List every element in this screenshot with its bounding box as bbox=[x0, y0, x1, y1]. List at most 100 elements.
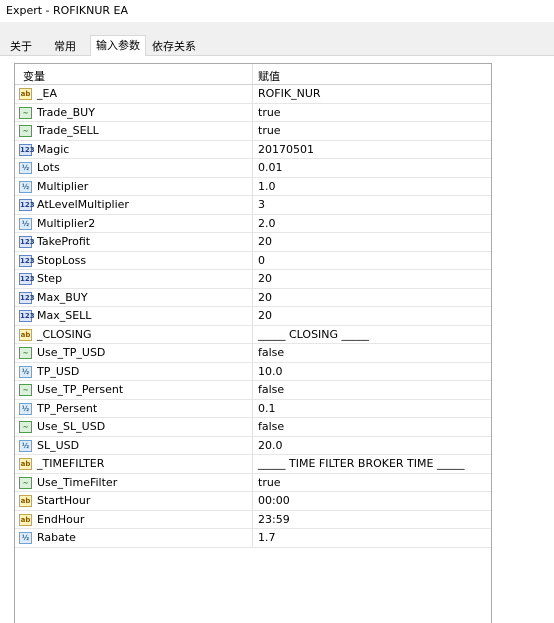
param-value[interactable]: 0 bbox=[258, 252, 265, 270]
table-row[interactable]: ½ Multiplier 1.0 bbox=[15, 177, 491, 196]
param-value[interactable]: _____ CLOSING _____ bbox=[258, 326, 369, 344]
param-value[interactable]: false bbox=[258, 381, 284, 399]
param-value[interactable]: 0.01 bbox=[258, 159, 283, 177]
param-value[interactable]: 1.7 bbox=[258, 529, 276, 547]
table-row[interactable]: ½ Rabate 1.7 bbox=[15, 529, 491, 548]
header-value[interactable]: 赋值 bbox=[258, 68, 280, 84]
table-row[interactable]: ab _TIMEFILTER _____ TIME FILTER BROKER TI… bbox=[15, 455, 491, 474]
param-value[interactable]: true bbox=[258, 104, 281, 122]
table-row[interactable]: ab StartHour 00:00 bbox=[15, 492, 491, 511]
table-row[interactable]: ~ Use_TP_USD false bbox=[15, 344, 491, 363]
param-name: Use_SL_USD bbox=[37, 420, 106, 433]
int-type-icon: 123 bbox=[19, 236, 35, 248]
table-row[interactable]: 123 Magic 20170501 bbox=[15, 140, 491, 159]
param-value[interactable]: 0.1 bbox=[258, 400, 276, 418]
table-row[interactable]: ab _CLOSING _____ CLOSING _____ bbox=[15, 325, 491, 344]
table-row[interactable]: ~ Use_TimeFilter true bbox=[15, 473, 491, 492]
column-separator bbox=[252, 233, 253, 251]
double-type-icon: ½ bbox=[19, 162, 32, 174]
param-value[interactable]: true bbox=[258, 122, 281, 140]
param-value[interactable]: 20.0 bbox=[258, 437, 283, 455]
table-row[interactable]: ~ Use_SL_USD false bbox=[15, 418, 491, 437]
column-separator bbox=[252, 251, 253, 270]
param-value[interactable]: ROFIK_NUR bbox=[258, 85, 321, 103]
param-name: TP_Persent bbox=[37, 401, 98, 415]
string-type-icon: ab bbox=[19, 513, 32, 526]
param-name: TP_USD bbox=[37, 364, 80, 378]
bool-type-icon: ~ bbox=[19, 125, 32, 137]
table-row[interactable]: ~ Use_TP_Persent false bbox=[15, 381, 491, 400]
table-row[interactable]: ab _EA ROFIK_NUR bbox=[15, 85, 491, 104]
param-name: Multiplier2 bbox=[37, 216, 96, 230]
double-type-icon: ½ bbox=[19, 180, 32, 193]
int-type-icon: 123 bbox=[19, 310, 35, 322]
param-value[interactable]: 20 bbox=[258, 233, 272, 251]
param-name: Max_BUY bbox=[37, 290, 88, 304]
title-bar: Expert - ROFIKNUR EA bbox=[0, 0, 554, 22]
bool-type-icon: ~ bbox=[19, 347, 32, 359]
window-title: Expert - ROFIKNUR EA bbox=[6, 4, 128, 17]
table-row[interactable]: 123 Step 20 bbox=[15, 270, 491, 289]
tab-common[interactable]: 常用 bbox=[50, 38, 80, 55]
table-row[interactable]: ~ Trade_SELL true bbox=[15, 122, 491, 141]
bool-type-icon: ~ bbox=[19, 384, 32, 396]
double-type-icon: ½ bbox=[19, 402, 32, 415]
column-separator bbox=[252, 122, 253, 140]
table-row[interactable]: ½ TP_Persent 0.1 bbox=[15, 399, 491, 418]
table-row[interactable]: 123 TakeProfit 20 bbox=[15, 233, 491, 252]
header-variable[interactable]: 变量 bbox=[23, 68, 45, 84]
tab-dependencies[interactable]: 依存关系 bbox=[148, 38, 200, 55]
table-row[interactable]: ½ Multiplier2 2.0 bbox=[15, 214, 491, 233]
param-value[interactable]: 3 bbox=[258, 196, 265, 214]
table-row[interactable]: ~ Trade_BUY true bbox=[15, 103, 491, 122]
param-name: Lots bbox=[37, 161, 60, 174]
grid-rows: ab _EA ROFIK_NUR ~ Trade_BUY true ~ Trade_SELL t… bbox=[15, 85, 491, 548]
param-value[interactable]: 20 bbox=[258, 307, 272, 325]
param-name: _CLOSING bbox=[37, 327, 92, 341]
column-separator bbox=[252, 418, 253, 436]
param-value[interactable]: 20 bbox=[258, 289, 272, 307]
param-name: Multiplier bbox=[37, 179, 89, 193]
table-row[interactable]: 123 AtLevelMultiplier 3 bbox=[15, 196, 491, 215]
param-name: TakeProfit bbox=[37, 235, 91, 248]
table-row[interactable]: 123 Max_SELL 20 bbox=[15, 307, 491, 326]
param-value[interactable]: false bbox=[258, 418, 284, 436]
param-value[interactable]: true bbox=[258, 474, 281, 492]
param-value[interactable]: 00:00 bbox=[258, 492, 290, 510]
column-separator bbox=[252, 214, 253, 233]
table-row[interactable]: 123 Max_BUY 20 bbox=[15, 288, 491, 307]
param-value[interactable]: 20 bbox=[258, 270, 272, 288]
param-value[interactable]: 23:59 bbox=[258, 511, 290, 529]
double-type-icon: ½ bbox=[19, 217, 32, 230]
string-type-icon: ab bbox=[19, 328, 32, 341]
double-type-icon: ½ bbox=[19, 365, 32, 378]
param-value[interactable]: _____ TIME FILTER BROKER TIME _____ bbox=[258, 455, 464, 473]
table-row[interactable]: ½ Lots 0.01 bbox=[15, 159, 491, 178]
param-name: StopLoss bbox=[37, 253, 87, 267]
column-separator bbox=[252, 436, 253, 455]
table-row[interactable]: 123 StopLoss 0 bbox=[15, 251, 491, 270]
param-value[interactable]: false bbox=[258, 344, 284, 362]
bool-type-icon: ~ bbox=[19, 421, 32, 433]
tab-inputs[interactable]: 输入参数 bbox=[90, 35, 146, 57]
param-value[interactable]: 10.0 bbox=[258, 363, 283, 381]
header-separator[interactable] bbox=[252, 64, 253, 84]
table-row[interactable]: ½ SL_USD 20.0 bbox=[15, 436, 491, 455]
param-name: _TIMEFILTER bbox=[37, 457, 105, 470]
column-separator bbox=[252, 288, 253, 307]
table-row[interactable]: ½ TP_USD 10.0 bbox=[15, 362, 491, 381]
param-name: _EA bbox=[37, 87, 57, 100]
tab-about[interactable]: 关于 bbox=[6, 38, 36, 55]
param-value[interactable]: 20170501 bbox=[258, 141, 314, 159]
column-separator bbox=[252, 344, 253, 362]
column-separator bbox=[252, 381, 253, 399]
column-separator bbox=[252, 455, 253, 473]
string-type-icon: ab bbox=[19, 88, 32, 100]
param-name: Magic bbox=[37, 142, 70, 156]
table-row[interactable]: ab EndHour 23:59 bbox=[15, 510, 491, 529]
bool-type-icon: ~ bbox=[19, 476, 32, 489]
param-value[interactable]: 1.0 bbox=[258, 178, 276, 196]
int-type-icon: 123 bbox=[19, 273, 35, 285]
inputs-grid: 变量 赋值 ab _EA ROFIK_NUR ~ Trade_BUY true ~ Trade… bbox=[14, 63, 492, 623]
param-value[interactable]: 2.0 bbox=[258, 215, 276, 233]
